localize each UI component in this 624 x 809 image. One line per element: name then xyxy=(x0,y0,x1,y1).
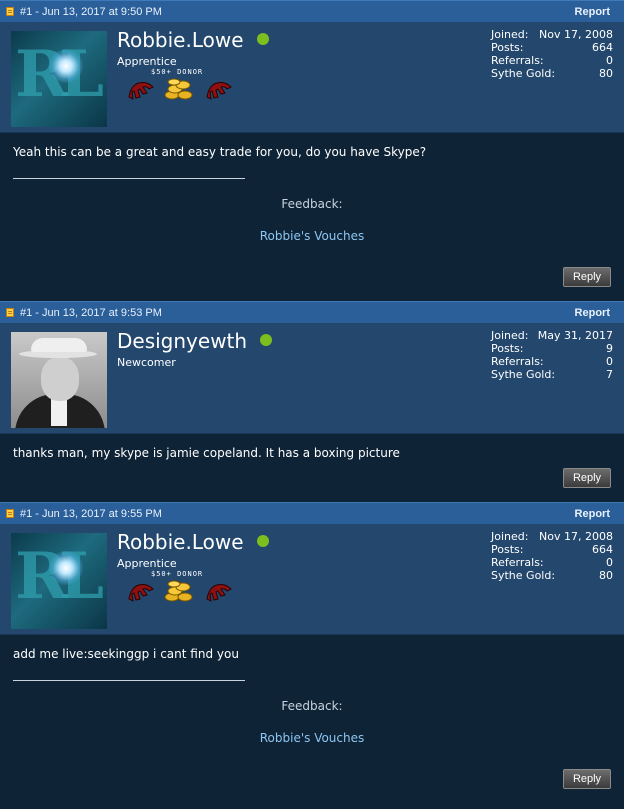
username-link[interactable]: Robbie.Lowe xyxy=(117,28,244,52)
post-message: Yeah this can be a great and easy trade … xyxy=(13,145,427,159)
avatar-flare-shape xyxy=(49,49,83,83)
signature-divider xyxy=(13,178,245,179)
stat-posts: Posts: 664 xyxy=(491,543,613,556)
gold-coins-icon xyxy=(164,580,193,602)
post-body: Yeah this can be a great and easy trade … xyxy=(0,133,624,299)
post: #1 - Jun 13, 2017 at 9:53 PM Report Desi… xyxy=(0,301,624,500)
vouches-link[interactable]: Robbie's Vouches xyxy=(0,731,624,745)
feedback-label: Feedback: xyxy=(281,197,343,211)
signature-divider xyxy=(13,680,245,681)
post-message: add me live:seekinggp i cant find you xyxy=(13,647,239,661)
post-document-icon xyxy=(6,308,14,317)
donor-badges xyxy=(125,579,235,603)
feedback-label: Feedback: xyxy=(281,699,343,713)
reply-button[interactable]: Reply xyxy=(563,267,611,287)
stat-sythe-gold: Sythe Gold: 80 xyxy=(491,569,613,582)
stat-joined: Joined: Nov 17, 2008 xyxy=(491,530,613,543)
vouches-link[interactable]: Robbie's Vouches xyxy=(0,229,624,243)
user-info: R L Robbie.Lowe Apprentice $50+ DONOR Jo… xyxy=(0,524,624,635)
avatar-flare-shape xyxy=(49,551,83,585)
stat-referrals: Referrals: 0 xyxy=(491,556,613,569)
avatar[interactable]: R L xyxy=(11,31,107,127)
user-stats: Joined: Nov 17, 2008 Posts: 664 Referrals:… xyxy=(491,530,613,582)
post: #1 - Jun 13, 2017 at 9:50 PM Report R L … xyxy=(0,0,624,299)
post: #1 - Jun 13, 2017 at 9:55 PM Report R L … xyxy=(0,502,624,809)
avatar-hat-shape xyxy=(31,338,87,352)
username-line: Robbie.Lowe xyxy=(117,530,269,554)
user-info: R L Robbie.Lowe Apprentice $50+ DONOR Jo… xyxy=(0,22,624,133)
red-claw-icon xyxy=(128,584,154,602)
post-message: thanks man, my skype is jamie copeland. … xyxy=(13,446,400,460)
post-body: thanks man, my skype is jamie copeland. … xyxy=(0,434,624,500)
post-body: add me live:seekinggp i cant find you Fe… xyxy=(0,635,624,809)
stat-posts: Posts: 9 xyxy=(491,342,613,355)
online-status-icon xyxy=(256,535,269,547)
post-date: #1 - Jun 13, 2017 at 9:53 PM xyxy=(20,306,162,319)
online-status-icon xyxy=(260,334,273,346)
username-line: Robbie.Lowe xyxy=(117,28,269,52)
user-title: Newcomer xyxy=(117,356,176,369)
stat-joined: Joined: Nov 17, 2008 xyxy=(491,28,613,41)
donor-badge-label: $50+ DONOR xyxy=(151,570,204,578)
report-link[interactable]: Report xyxy=(575,6,610,18)
report-link[interactable]: Report xyxy=(575,508,610,520)
stat-sythe-gold: Sythe Gold: 80 xyxy=(491,67,613,80)
user-title: Apprentice xyxy=(117,557,177,570)
stat-referrals: Referrals: 0 xyxy=(491,54,613,67)
stat-referrals: Referrals: 0 xyxy=(491,355,613,368)
post-date: #1 - Jun 13, 2017 at 9:50 PM xyxy=(20,5,162,18)
post-header: #1 - Jun 13, 2017 at 9:55 PM Report xyxy=(0,502,624,524)
post-document-icon xyxy=(6,7,14,16)
gold-coins-icon xyxy=(164,78,193,100)
stat-sythe-gold: Sythe Gold: 7 xyxy=(491,368,613,381)
red-claw-icon xyxy=(206,584,232,602)
user-stats: Joined: Nov 17, 2008 Posts: 664 Referrals:… xyxy=(491,28,613,80)
donor-badges xyxy=(125,77,235,101)
username-link[interactable]: Robbie.Lowe xyxy=(117,530,244,554)
reply-button[interactable]: Reply xyxy=(563,468,611,488)
stat-joined: Joined: May 31, 2017 xyxy=(491,329,613,342)
avatar[interactable] xyxy=(11,332,107,428)
post-date: #1 - Jun 13, 2017 at 9:55 PM xyxy=(20,507,162,520)
online-status-icon xyxy=(256,33,269,45)
username-line: Designyewth xyxy=(117,329,273,353)
report-link[interactable]: Report xyxy=(575,307,610,319)
user-title: Apprentice xyxy=(117,55,177,68)
post-header: #1 - Jun 13, 2017 at 9:53 PM Report xyxy=(0,301,624,323)
avatar[interactable]: R L xyxy=(11,533,107,629)
red-claw-icon xyxy=(206,82,232,100)
post-document-icon xyxy=(6,509,14,518)
reply-button[interactable]: Reply xyxy=(563,769,611,789)
donor-badge-label: $50+ DONOR xyxy=(151,68,204,76)
user-stats: Joined: May 31, 2017 Posts: 9 Referrals: 0 … xyxy=(491,329,613,381)
user-info: Designyewth Newcomer Joined: May 31, 2017… xyxy=(0,323,624,434)
post-header: #1 - Jun 13, 2017 at 9:50 PM Report xyxy=(0,0,624,22)
avatar-face-shape xyxy=(41,357,79,401)
red-claw-icon xyxy=(128,82,154,100)
username-link[interactable]: Designyewth xyxy=(117,329,247,353)
stat-posts: Posts: 664 xyxy=(491,41,613,54)
